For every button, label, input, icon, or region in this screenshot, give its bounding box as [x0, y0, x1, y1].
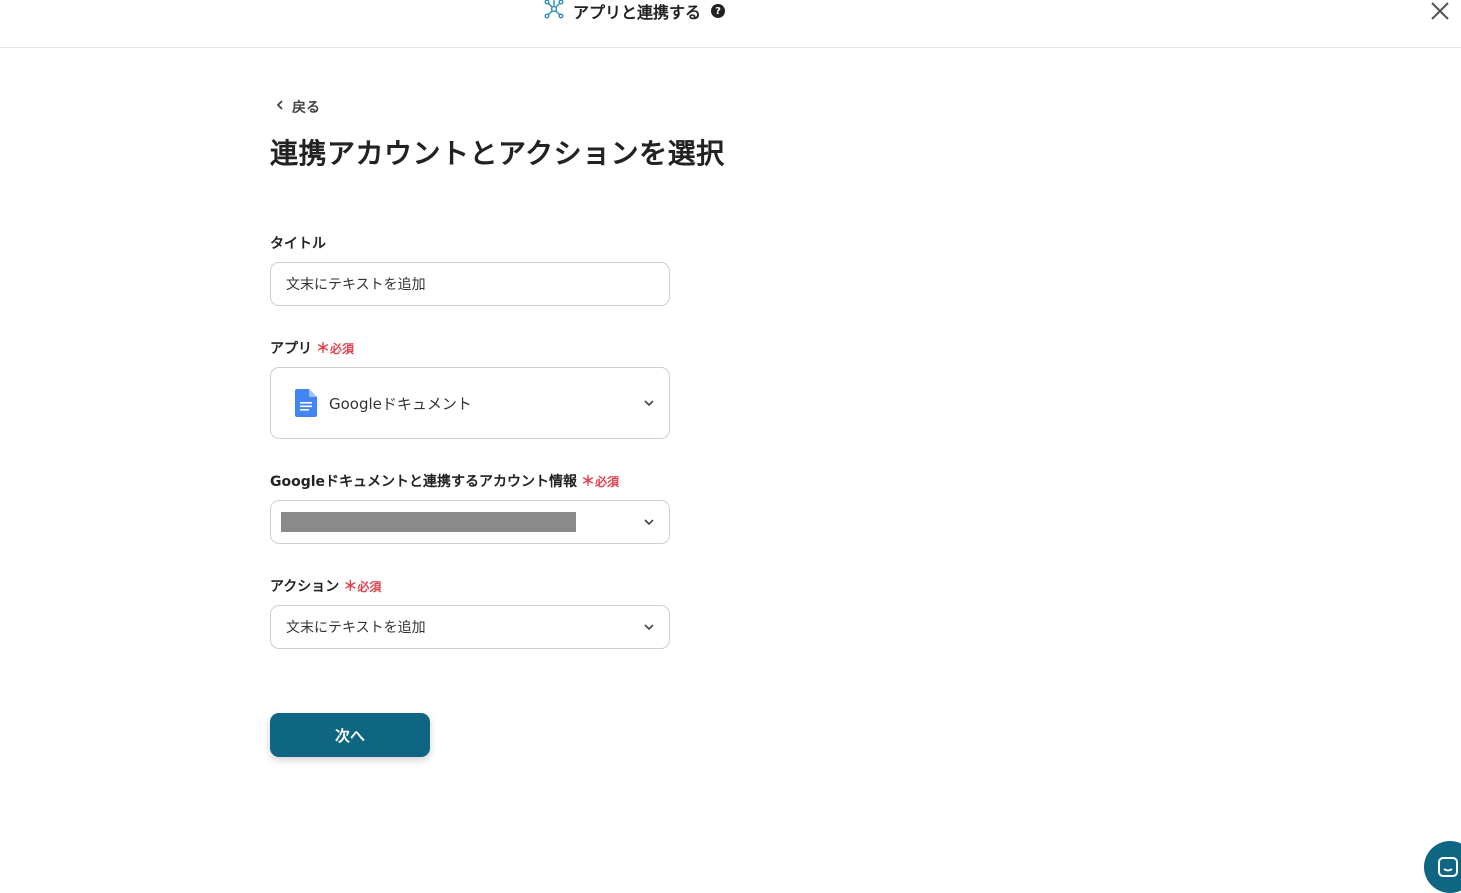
app-select[interactable]: Googleドキュメント: [270, 367, 670, 439]
action-select[interactable]: 文末にテキストを追加: [270, 605, 670, 649]
account-label-text: Googleドキュメントと連携するアカウント情報: [270, 474, 578, 490]
action-select-value: 文末にテキストを追加: [286, 620, 426, 636]
redacted-account-value: [281, 512, 576, 532]
chevron-down-icon: [644, 624, 654, 631]
chevron-down-icon: [644, 400, 654, 407]
google-docs-icon: [295, 389, 317, 417]
chevron-left-icon: [274, 99, 286, 115]
title-field-label: タイトル: [270, 233, 326, 253]
action-label-text: アクション: [270, 579, 340, 595]
account-select[interactable]: [270, 500, 670, 544]
close-icon: [1431, 2, 1449, 20]
title-input-value: 文末にテキストを追加: [286, 277, 426, 293]
app-label-text: アプリ: [270, 341, 312, 357]
app-select-value: Googleドキュメント: [329, 394, 472, 413]
help-icon[interactable]: ?: [711, 4, 726, 18]
chevron-down-icon: [644, 519, 654, 526]
action-field-label: アクション ＊必須: [270, 576, 381, 596]
title-label-text: タイトル: [270, 236, 326, 252]
network-nodes-icon: [543, 0, 565, 24]
required-badge: ＊必須: [343, 579, 382, 595]
close-button[interactable]: [1428, 0, 1452, 24]
header-title-group: アプリと連携する ?: [543, 0, 726, 24]
app-field-label: アプリ ＊必須: [270, 338, 354, 358]
required-badge: ＊必須: [316, 341, 355, 357]
top-bar: アプリと連携する ?: [0, 0, 1461, 48]
chat-launcher-button[interactable]: [1424, 841, 1461, 893]
account-field-label: Googleドキュメントと連携するアカウント情報 ＊必須: [270, 471, 619, 491]
page-title: 連携アカウントとアクションを選択: [270, 137, 725, 170]
header-title: アプリと連携する: [573, 3, 702, 22]
required-badge: ＊必須: [581, 474, 620, 490]
chat-icon: [1436, 855, 1460, 879]
back-label: 戻る: [292, 100, 320, 116]
title-input[interactable]: 文末にテキストを追加: [270, 262, 670, 306]
next-button[interactable]: 次へ: [270, 713, 430, 757]
back-link[interactable]: 戻る: [274, 96, 320, 118]
